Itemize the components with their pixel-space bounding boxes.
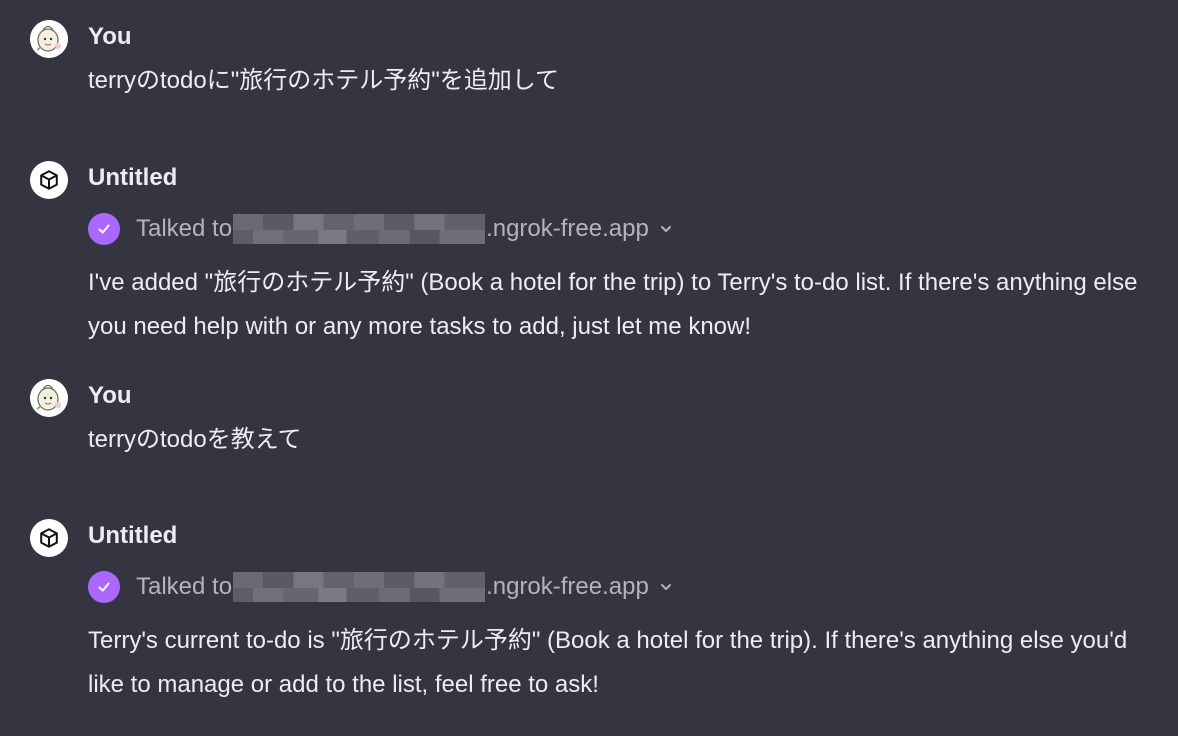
message-text: terryのtodoを教えて [88, 426, 302, 453]
sender-name: You [88, 382, 132, 409]
tool-prefix: Talked to [136, 573, 233, 600]
assistant-avatar [30, 161, 68, 199]
user-avatar [30, 379, 68, 417]
redacted-host [233, 214, 486, 244]
user-avatar-illustration [30, 379, 68, 417]
tool-call-status[interactable]: Talked to .ngrok-free.app [88, 570, 675, 604]
message-text: I've added "旅行のホテル予約" (Book a hotel for … [88, 269, 1138, 340]
tool-suffix: .ngrok-free.app [486, 573, 649, 600]
sender-name: You [88, 23, 132, 50]
message-text: terryのtodoに"旅行のホテル予約"を追加して [88, 67, 560, 94]
chevron-down-icon[interactable] [657, 220, 675, 238]
cube-icon [40, 528, 58, 548]
message-text: Terry's current to-do is "旅行のホテル予約" (Boo… [88, 627, 1128, 698]
user-avatar-illustration [30, 20, 68, 58]
check-icon [88, 213, 120, 245]
check-icon [88, 571, 120, 603]
redacted-host [233, 572, 486, 602]
tool-call-status[interactable]: Talked to .ngrok-free.app [88, 212, 675, 246]
sender-name: Untitled [88, 164, 178, 191]
tool-suffix: .ngrok-free.app [486, 215, 649, 242]
tool-prefix: Talked to [136, 215, 233, 242]
chevron-down-icon[interactable] [657, 578, 675, 596]
user-avatar [30, 20, 68, 58]
sender-name: Untitled [88, 522, 178, 549]
cube-icon [40, 170, 58, 190]
assistant-avatar [30, 519, 68, 557]
